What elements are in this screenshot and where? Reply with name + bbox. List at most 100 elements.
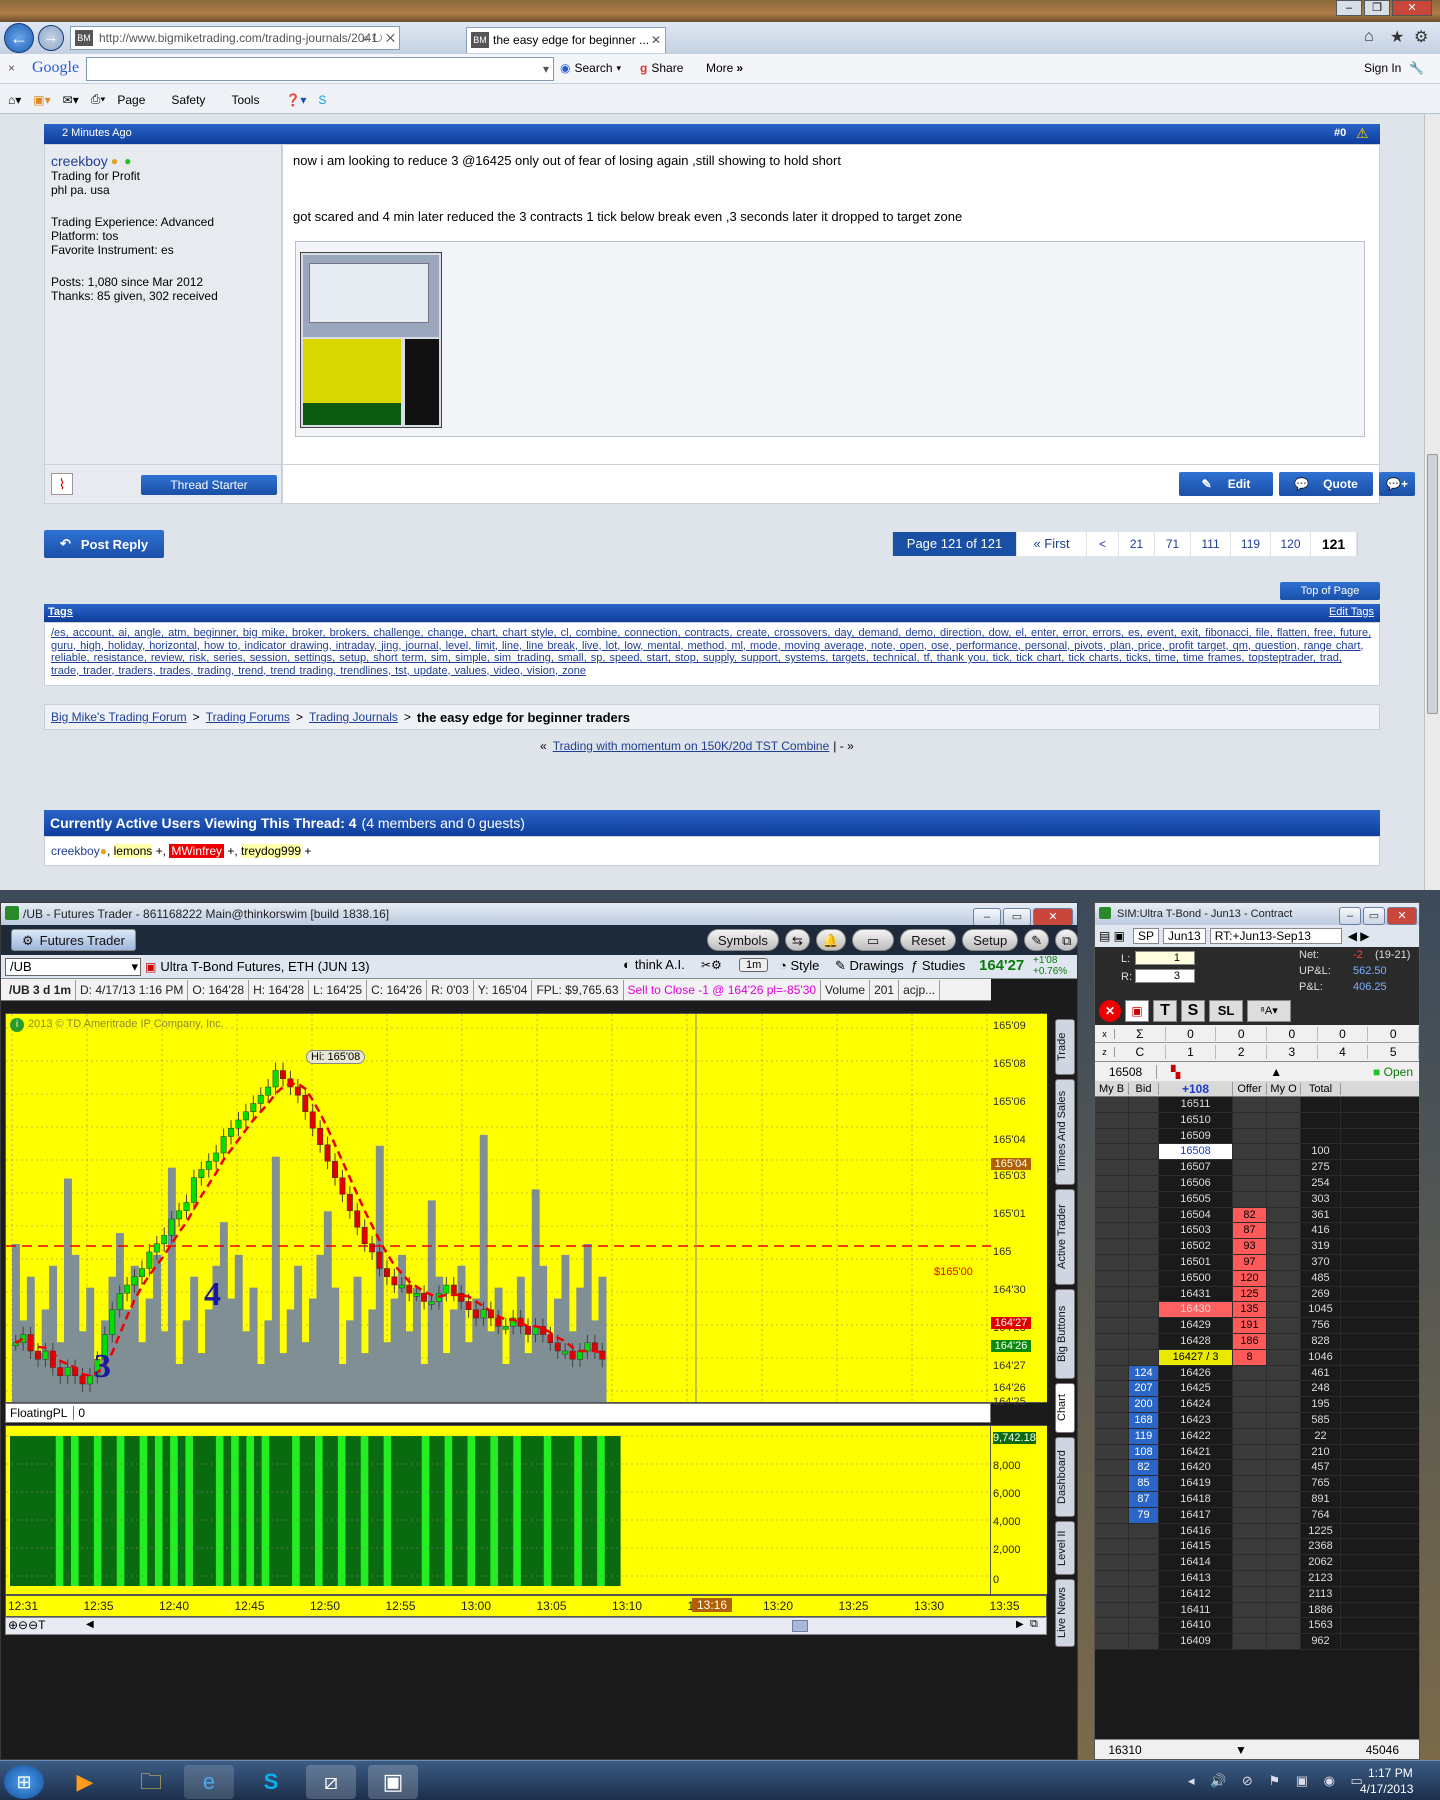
side-tab-times-and-sales[interactable]: Times And Sales (1055, 1079, 1075, 1185)
l-qty-input[interactable]: 1 (1135, 951, 1195, 965)
ladder-my-offer[interactable] (1267, 1318, 1301, 1333)
ladder-total[interactable] (1301, 1128, 1341, 1144)
breadcrumb-link[interactable]: Trading Forums (206, 710, 290, 724)
candle-body[interactable] (272, 1070, 279, 1088)
ladder-row[interactable]: 168 16423 585 (1095, 1412, 1419, 1429)
spread-select[interactable]: RT:+Jun13-Sep13 (1209, 928, 1342, 944)
candle-body[interactable] (153, 1243, 160, 1253)
ladder-bid[interactable] (1129, 1586, 1159, 1602)
candle-body[interactable] (198, 1169, 205, 1178)
ladder-row[interactable]: 16427 / 3 8 1046 (1095, 1349, 1419, 1366)
ladder-row[interactable]: 87 16418 891 (1095, 1491, 1419, 1508)
ladder-total[interactable]: 962 (1301, 1634, 1341, 1649)
ladder-my-bid[interactable] (1095, 1555, 1129, 1570)
ladder-bid[interactable]: 82 (1129, 1460, 1159, 1476)
minimize-icon[interactable]: – (1339, 907, 1361, 925)
ladder-offer[interactable] (1233, 1112, 1267, 1128)
ladder-my-offer[interactable] (1267, 1302, 1301, 1318)
futures-trader-tab[interactable]: ⚙ Futures Trader (11, 929, 136, 951)
symbol-input[interactable]: /UB ▾ (5, 957, 141, 976)
ladder-settings-icon[interactable]: ▤ ▣ (1099, 929, 1125, 943)
google-search-button[interactable]: ◉ Search ▾ (560, 61, 621, 75)
breadcrumb-link[interactable]: Trading Journals (309, 710, 398, 724)
candle-body[interactable] (220, 1136, 227, 1154)
ladder-bid[interactable]: 207 (1129, 1381, 1159, 1397)
ladder-price[interactable]: 16409 (1159, 1634, 1233, 1649)
candle-body[interactable] (235, 1119, 242, 1129)
grid-head-cell[interactable]: 0 (1318, 1026, 1369, 1041)
ladder-total[interactable]: 269 (1301, 1286, 1341, 1302)
ladder-my-bid[interactable] (1095, 1128, 1129, 1144)
ladder-my-offer[interactable] (1267, 1634, 1301, 1649)
ladder-price[interactable]: 16418 (1159, 1491, 1233, 1507)
skype-icon[interactable]: S (246, 1765, 296, 1799)
ladder-bid[interactable] (1129, 1128, 1159, 1144)
ladder-my-offer[interactable] (1267, 1555, 1301, 1570)
scroll-thumb[interactable] (792, 1620, 808, 1632)
ladder-price[interactable]: 16503 (1159, 1223, 1233, 1239)
ladder-total[interactable]: 756 (1301, 1318, 1341, 1333)
candle-body[interactable] (35, 1350, 41, 1360)
side-tab-active-trader[interactable]: Active Trader (1055, 1189, 1075, 1285)
zoom-in-icon[interactable]: ⊕⊖⊖T (8, 1618, 46, 1632)
candle-body[interactable] (242, 1111, 249, 1121)
ladder-row[interactable]: 16410 1563 (1095, 1618, 1419, 1635)
ladder-total[interactable]: 195 (1301, 1397, 1341, 1412)
candle-body[interactable] (473, 1309, 480, 1319)
ladder-row[interactable]: 16412 2113 (1095, 1586, 1419, 1603)
ladder-row[interactable]: 108 16421 210 (1095, 1444, 1419, 1461)
ladder-body[interactable]: 16511 16510 16509 16508 100 16507 275 16506 254 1… (1095, 1097, 1419, 1650)
reset-button[interactable]: Reset (900, 929, 957, 951)
ladder-offer[interactable] (1233, 1491, 1267, 1507)
expand-icon[interactable]: ⧉ (1030, 1618, 1038, 1631)
ladder-offer[interactable] (1233, 1460, 1267, 1476)
candle-body[interactable] (79, 1375, 86, 1385)
detach-icon[interactable]: ⧉ (1055, 929, 1079, 951)
ladder-row[interactable]: 119 16422 22 (1095, 1428, 1419, 1445)
ladder-my-bid[interactable] (1095, 1349, 1129, 1365)
ladder-bid[interactable] (1129, 1223, 1159, 1239)
ladder-row[interactable]: 16501 97 370 (1095, 1254, 1419, 1271)
close-icon[interactable]: ✕ (1392, 0, 1432, 16)
ladder-my-offer[interactable] (1267, 1097, 1301, 1112)
ladder-my-offer[interactable] (1267, 1460, 1301, 1476)
ladder-my-offer[interactable] (1267, 1191, 1301, 1207)
ladder-my-offer[interactable] (1267, 1223, 1301, 1239)
ladder-bid[interactable] (1129, 1160, 1159, 1175)
share-button[interactable]: g Share (640, 61, 683, 75)
page-link[interactable]: 71 (1155, 532, 1191, 556)
ladder-bid[interactable] (1129, 1175, 1159, 1191)
ladder-price[interactable]: 16412 (1159, 1586, 1233, 1602)
grid-foot-cell[interactable]: 3 (1267, 1045, 1318, 1059)
ladder-my-offer[interactable] (1267, 1444, 1301, 1460)
ladder-my-bid[interactable] (1095, 1191, 1129, 1207)
ladder-my-bid[interactable] (1095, 1302, 1129, 1318)
ladder-bid[interactable] (1129, 1555, 1159, 1570)
ladder-my-offer[interactable] (1267, 1349, 1301, 1365)
ladder-row[interactable]: 16502 93 319 (1095, 1239, 1419, 1255)
ladder-my-bid[interactable] (1095, 1286, 1129, 1302)
ladder-price[interactable]: 16505 (1159, 1191, 1233, 1207)
ladder-my-offer[interactable] (1267, 1507, 1301, 1523)
candle-body[interactable] (384, 1268, 390, 1277)
ladder-my-offer[interactable] (1267, 1175, 1301, 1191)
price-field[interactable]: 16508 (1095, 1064, 1157, 1079)
home-icon[interactable]: ⌂ (1364, 28, 1374, 46)
ladder-offer[interactable] (1233, 1555, 1267, 1570)
candle-body[interactable] (443, 1284, 450, 1294)
edit-tags-link[interactable]: Edit Tags (1329, 606, 1374, 618)
ladder-bid[interactable] (1129, 1539, 1159, 1555)
mail-icon[interactable]: ✉▾ (63, 93, 79, 107)
ladder-price[interactable]: 16430 (1159, 1302, 1233, 1318)
ladder-total[interactable]: 1563 (1301, 1618, 1341, 1634)
studies-menu[interactable]: ƒ Studies (911, 958, 965, 973)
ladder-price[interactable]: 16506 (1159, 1175, 1233, 1191)
candle-body[interactable] (465, 1301, 472, 1310)
grid-foot-cell[interactable]: 1 (1166, 1045, 1217, 1059)
ladder-total[interactable]: 2113 (1301, 1586, 1341, 1602)
cancel-orders-icon[interactable]: ✕ (1099, 1000, 1121, 1022)
ladder-row[interactable]: 16503 87 416 (1095, 1223, 1419, 1240)
ladder-bid[interactable] (1129, 1349, 1159, 1365)
candle-body[interactable] (391, 1276, 398, 1286)
ladder-offer[interactable] (1233, 1160, 1267, 1175)
